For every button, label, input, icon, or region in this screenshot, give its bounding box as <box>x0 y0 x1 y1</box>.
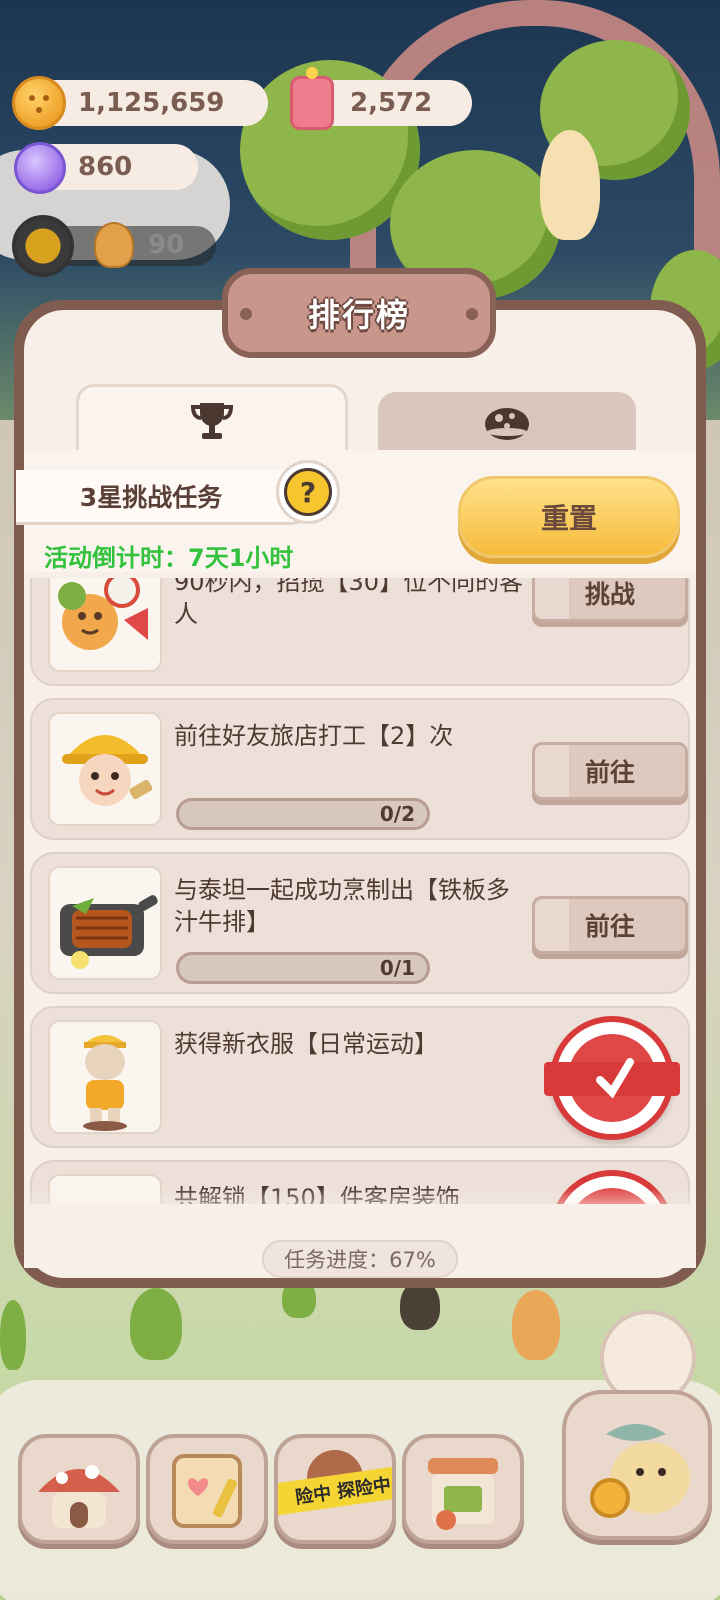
rivet-dot <box>466 308 478 320</box>
completed-stamp <box>544 1016 680 1140</box>
coin-icon <box>12 76 66 130</box>
event-countdown: 活动倒计时：7天1小时 <box>44 544 294 572</box>
shop-icon <box>428 1458 498 1530</box>
checkmark-icon <box>596 1050 634 1106</box>
candy-icon <box>14 142 66 194</box>
npc-character <box>0 1300 26 1370</box>
question-icon: ? <box>284 468 332 516</box>
npc-character <box>540 130 600 240</box>
challenge-label: 3星挑战任务 <box>16 470 316 522</box>
overall-progress: 任务进度：67% <box>262 1240 458 1278</box>
gem-count: 2,572 <box>350 88 433 118</box>
panel-title: 排行榜 <box>307 296 410 334</box>
task-thumbnail <box>48 866 162 980</box>
tab-challenges[interactable] <box>76 384 348 452</box>
task-description: 获得新衣服【日常运动】 <box>174 1030 438 1058</box>
reset-button[interactable]: 重置 <box>458 476 680 558</box>
tab-explore[interactable] <box>378 392 636 452</box>
outfit-illustration <box>83 1035 127 1131</box>
reset-button-label: 重置 <box>540 502 597 535</box>
task-card: 与泰坦一起成功烹制出【铁板多汁牛排】 前往 0/1 <box>30 852 690 994</box>
sun-icon <box>12 215 74 277</box>
task-progress-bar: 0/1 <box>176 952 430 984</box>
task-description: 前往好友旅店打工【2】次 <box>174 722 454 750</box>
panel-title-plate: 排行榜 <box>222 268 496 358</box>
worker-illustration <box>62 735 153 806</box>
nav-explore-button[interactable]: 险中 探险中 <box>274 1434 396 1544</box>
cookie-count: 90 <box>148 230 185 260</box>
task-description: 与泰坦一起成功烹制出【铁板多汁牛排】 <box>174 876 510 936</box>
task-description: 90秒内，招揽【30】位不同的客人 <box>174 578 524 628</box>
task-card: 获得新衣服【日常运动】 <box>30 1006 690 1148</box>
gem-icon <box>290 67 334 130</box>
nav-shop-button[interactable] <box>402 1434 524 1544</box>
task-thumbnail <box>48 578 162 672</box>
planet-icon <box>485 408 529 440</box>
go-button[interactable]: 前往 <box>532 896 688 954</box>
challenge-button[interactable]: 挑战 <box>532 578 688 622</box>
nav-notebook-button[interactable] <box>146 1434 268 1544</box>
trophy-icon <box>190 402 234 439</box>
task-card: 前往好友旅店打工【2】次 前往 0/2 <box>30 698 690 840</box>
go-button[interactable]: 前往 <box>532 742 688 800</box>
help-button[interactable]: ? <box>276 460 340 524</box>
task-progress-bar: 0/2 <box>176 798 430 830</box>
coin-count: 1,125,659 <box>78 88 225 118</box>
cookie-icon <box>94 222 134 268</box>
go-button-label: 前往 <box>584 912 635 941</box>
npc-character <box>512 1290 560 1360</box>
task-thumbnail <box>48 712 162 826</box>
fish-character-icon <box>590 1424 690 1518</box>
challenge-button-label: 挑战 <box>584 580 635 609</box>
nav-character-button[interactable] <box>562 1390 712 1540</box>
notebook-icon <box>172 1454 242 1528</box>
candy-count: 860 <box>78 152 133 182</box>
npc-character <box>130 1288 182 1360</box>
task-card: 90秒内，招揽【30】位不同的客人 挑战 <box>30 578 690 686</box>
challenge-label-text: 3星挑战任务 <box>79 483 223 512</box>
nav-home-button[interactable] <box>18 1434 140 1544</box>
steak-illustration <box>60 895 158 969</box>
task-thumbnail <box>48 1020 162 1134</box>
task-progress-text: 0/1 <box>379 956 415 980</box>
rivet-dot <box>240 308 252 320</box>
task-progress-text: 0/2 <box>379 802 415 826</box>
customers-illustration <box>58 578 148 650</box>
task-list[interactable]: 90秒内，招揽【30】位不同的客人 挑战 前往好友旅店打工【2】次 前往 0/2 <box>24 578 696 1216</box>
go-button-label: 前往 <box>584 758 635 787</box>
mushroom-house-icon <box>38 1465 120 1528</box>
